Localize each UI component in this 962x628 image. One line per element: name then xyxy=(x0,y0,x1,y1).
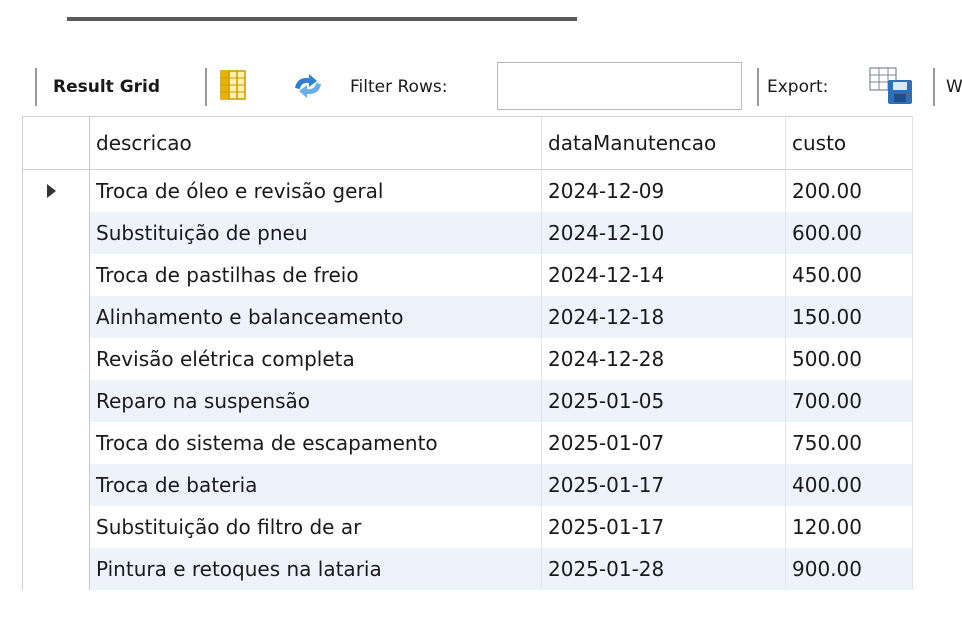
cell-custo[interactable]: 500.00 xyxy=(785,337,913,380)
cell-descricao[interactable]: Alinhamento e balanceamento xyxy=(89,295,542,338)
cell-datamanutencao[interactable]: 2024-12-28 xyxy=(541,337,786,380)
toolbar-separator xyxy=(757,68,759,106)
row-selector[interactable] xyxy=(22,211,90,254)
grid-layout-icon[interactable] xyxy=(220,70,246,104)
cell-custo[interactable]: 700.00 xyxy=(785,379,913,422)
result-table: descricao dataManutencao custo Troca de … xyxy=(22,116,913,590)
result-grid-tab[interactable]: Result Grid xyxy=(53,75,160,99)
cell-custo[interactable]: 900.00 xyxy=(785,547,913,590)
cell-datamanutencao[interactable]: 2024-12-09 xyxy=(541,169,786,212)
refresh-icon[interactable] xyxy=(291,72,325,104)
table-row[interactable]: Revisão elétrica completa 2024-12-28 500… xyxy=(22,337,913,380)
cell-custo[interactable]: 400.00 xyxy=(785,463,913,506)
header-row: descricao dataManutencao custo xyxy=(22,116,913,170)
table-row[interactable]: Substituição de pneu 2024-12-10 600.00 xyxy=(22,211,913,254)
column-header-datamanutencao[interactable]: dataManutencao xyxy=(541,116,786,170)
toolbar-separator xyxy=(205,68,207,106)
cell-descricao[interactable]: Troca de pastilhas de freio xyxy=(89,253,542,296)
cell-descricao[interactable]: Troca de bateria xyxy=(89,463,542,506)
current-row-arrow-icon xyxy=(47,183,56,198)
wrap-cell-label[interactable]: W xyxy=(946,75,962,99)
cell-custo[interactable]: 200.00 xyxy=(785,169,913,212)
cell-descricao[interactable]: Revisão elétrica completa xyxy=(89,337,542,380)
cell-datamanutencao[interactable]: 2025-01-05 xyxy=(541,379,786,422)
grid-empty-area xyxy=(0,590,962,628)
table-row[interactable]: Substituição do filtro de ar 2025-01-17 … xyxy=(22,505,913,548)
table-row[interactable]: Alinhamento e balanceamento 2024-12-18 1… xyxy=(22,295,913,338)
row-selector[interactable] xyxy=(22,253,90,296)
cell-custo[interactable]: 150.00 xyxy=(785,295,913,338)
filter-rows-label: Filter Rows: xyxy=(350,77,448,97)
column-header-custo[interactable]: custo xyxy=(785,116,913,170)
cell-custo[interactable]: 120.00 xyxy=(785,505,913,548)
cell-datamanutencao[interactable]: 2025-01-17 xyxy=(541,505,786,548)
result-grid: descricao dataManutencao custo Troca de … xyxy=(22,116,913,590)
row-selector[interactable] xyxy=(22,505,90,548)
table-row[interactable]: Troca de bateria 2025-01-17 400.00 xyxy=(22,463,913,506)
table-row[interactable]: Pintura e retoques na lataria 2025-01-28… xyxy=(22,547,913,590)
export-label: Export: xyxy=(767,77,829,97)
cell-custo[interactable]: 450.00 xyxy=(785,253,913,296)
cell-descricao[interactable]: Pintura e retoques na lataria xyxy=(89,547,542,590)
column-header-descricao[interactable]: descricao xyxy=(89,116,542,170)
table-row[interactable]: Troca de óleo e revisão geral 2024-12-09… xyxy=(22,169,913,212)
cell-descricao[interactable]: Substituição do filtro de ar xyxy=(89,505,542,548)
cell-datamanutencao[interactable]: 2024-12-10 xyxy=(541,211,786,254)
cell-datamanutencao[interactable]: 2024-12-14 xyxy=(541,253,786,296)
row-selector[interactable] xyxy=(22,379,90,422)
cell-datamanutencao[interactable]: 2025-01-07 xyxy=(541,421,786,464)
cell-custo[interactable]: 750.00 xyxy=(785,421,913,464)
cell-datamanutencao[interactable]: 2025-01-28 xyxy=(541,547,786,590)
cell-datamanutencao[interactable]: 2024-12-18 xyxy=(541,295,786,338)
toolbar-separator xyxy=(933,68,935,106)
row-selector[interactable] xyxy=(22,337,90,380)
row-selector[interactable] xyxy=(22,169,90,212)
cell-descricao[interactable]: Substituição de pneu xyxy=(89,211,542,254)
toolbar-separator xyxy=(35,68,37,106)
row-selector[interactable] xyxy=(22,295,90,338)
row-header-corner[interactable] xyxy=(22,116,90,170)
panel-divider-line xyxy=(67,17,577,21)
table-row[interactable]: Troca do sistema de escapamento 2025-01-… xyxy=(22,421,913,464)
row-selector[interactable] xyxy=(22,547,90,590)
top-panel-strip xyxy=(0,0,962,58)
table-row[interactable]: Reparo na suspensão 2025-01-05 700.00 xyxy=(22,379,913,422)
cell-descricao[interactable]: Reparo na suspensão xyxy=(89,379,542,422)
row-selector[interactable] xyxy=(22,463,90,506)
row-selector[interactable] xyxy=(22,421,90,464)
filter-rows-input[interactable] xyxy=(497,62,742,110)
export-save-icon[interactable] xyxy=(868,66,916,110)
cell-descricao[interactable]: Troca de óleo e revisão geral xyxy=(89,169,542,212)
cell-descricao[interactable]: Troca do sistema de escapamento xyxy=(89,421,542,464)
cell-datamanutencao[interactable]: 2025-01-17 xyxy=(541,463,786,506)
table-row[interactable]: Troca de pastilhas de freio 2024-12-14 4… xyxy=(22,253,913,296)
result-toolbar: Result Grid Filter Rows: Export: W xyxy=(0,58,962,116)
cell-custo[interactable]: 600.00 xyxy=(785,211,913,254)
